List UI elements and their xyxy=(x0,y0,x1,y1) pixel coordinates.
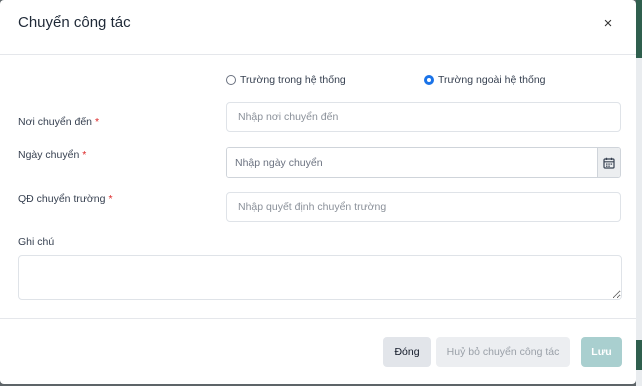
transfer-date-input[interactable] xyxy=(227,148,613,177)
required-mark: * xyxy=(95,116,100,128)
destination-input[interactable] xyxy=(226,102,621,132)
save-button[interactable]: Lưu xyxy=(581,337,622,367)
background-fragment xyxy=(636,0,642,58)
required-mark: * xyxy=(108,193,113,205)
decision-label: QĐ chuyển trường * xyxy=(18,193,113,205)
background-fragment xyxy=(636,340,642,370)
decision-label-text: QĐ chuyển trường xyxy=(18,193,106,205)
cancel-transfer-button[interactable]: Huỷ bỏ chuyển công tác xyxy=(436,337,570,367)
radio-internal-label: Trường trong hệ thống xyxy=(240,74,346,86)
note-textarea[interactable] xyxy=(18,255,622,300)
close-button[interactable]: Đóng xyxy=(383,337,431,367)
radio-internal-school[interactable]: Trường trong hệ thống xyxy=(226,74,346,86)
destination-label: Nơi chuyển đến * xyxy=(18,116,99,128)
footer-divider xyxy=(0,318,636,319)
required-mark: * xyxy=(82,149,87,161)
calendar-icon xyxy=(603,157,615,169)
destination-label-text: Nơi chuyển đến xyxy=(18,116,93,128)
transfer-type-group: Trường trong hệ thống Trường ngoài hệ th… xyxy=(226,74,626,90)
radio-checked-icon[interactable] xyxy=(424,75,434,85)
calendar-button[interactable] xyxy=(597,148,620,177)
transfer-date-picker xyxy=(226,147,621,178)
transfer-date-label-text: Ngày chuyển xyxy=(18,149,80,161)
radio-external-school[interactable]: Trường ngoài hệ thống xyxy=(424,74,546,86)
transfer-date-label: Ngày chuyển * xyxy=(18,149,86,161)
dialog-title: Chuyển công tác xyxy=(18,14,131,31)
dialog-header: Chuyển công tác × xyxy=(0,0,636,55)
radio-external-label: Trường ngoài hệ thống xyxy=(438,74,546,86)
decision-input[interactable] xyxy=(226,192,621,222)
note-label: Ghi chú xyxy=(18,236,55,248)
transfer-dialog: Chuyển công tác × Trường trong hệ thống … xyxy=(0,0,636,384)
radio-unchecked-icon[interactable] xyxy=(226,75,236,85)
close-icon[interactable]: × xyxy=(600,14,616,34)
background-page-edge xyxy=(636,0,642,386)
